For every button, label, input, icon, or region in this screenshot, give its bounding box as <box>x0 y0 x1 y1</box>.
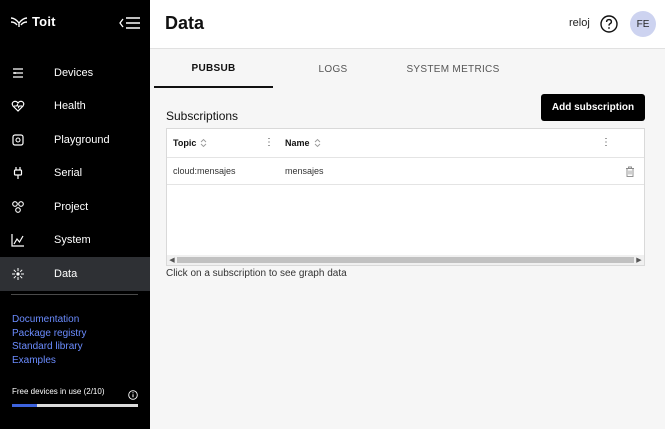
sidebar-item-devices[interactable]: Devices <box>0 56 150 90</box>
scroll-left-icon[interactable]: ◀ <box>167 255 177 265</box>
health-icon <box>11 99 25 113</box>
playground-icon <box>11 133 25 147</box>
sidebar-item-health[interactable]: Health <box>0 90 150 124</box>
page-title: Data <box>165 13 205 33</box>
column-header-name[interactable]: Name <box>285 138 321 148</box>
sort-icon <box>201 138 207 148</box>
subscriptions-table: Topic ⋮ Name ⋮ cloud:mensajes mensajes ◀… <box>166 128 645 266</box>
tab-bar: PUBSUB LOGS SYSTEM METRICS <box>154 50 664 88</box>
system-icon <box>11 233 25 247</box>
trash-icon[interactable] <box>625 166 635 177</box>
project-icon <box>11 200 25 214</box>
free-devices-label: Free devices in use (2/10) <box>12 387 105 396</box>
sidebar-item-project[interactable]: Project <box>0 190 150 224</box>
tab-system-metrics[interactable]: SYSTEM METRICS <box>393 50 513 88</box>
sidebar-item-label: Playground <box>54 133 110 146</box>
sidebar-item-label: System <box>54 234 91 247</box>
sidebar-item-system[interactable]: System <box>0 224 150 258</box>
sidebar-item-label: Serial <box>54 167 83 180</box>
collapse-menu-button[interactable] <box>118 14 142 32</box>
examples-link[interactable]: Examples <box>12 354 86 368</box>
free-devices-progress-fill <box>12 404 38 407</box>
sidebar-nav: Devices Health Playground Serial Project <box>0 56 150 291</box>
sidebar-divider <box>11 294 138 295</box>
device-name[interactable]: reloj <box>569 17 590 29</box>
column-menu-icon[interactable]: ⋮ <box>601 137 611 148</box>
column-label: Topic <box>173 138 197 148</box>
sidebar-item-label: Health <box>54 100 86 113</box>
sidebar-item-label: Devices <box>54 66 94 79</box>
sidebar-item-serial[interactable]: Serial <box>0 157 150 191</box>
serial-icon <box>11 166 25 180</box>
horizontal-scrollbar[interactable]: ◀ ▶ <box>167 255 644 265</box>
subscriptions-title: Subscriptions <box>166 109 239 123</box>
add-subscription-button[interactable]: Add subscription <box>541 94 645 121</box>
brand-name: Toit <box>32 14 56 29</box>
sort-icon <box>314 138 320 148</box>
column-label: Name <box>285 138 310 148</box>
column-header-topic[interactable]: Topic <box>173 138 207 148</box>
table-header: Topic ⋮ Name ⋮ <box>167 129 644 158</box>
sidebar-item-label: Project <box>54 200 89 213</box>
data-icon <box>11 267 25 281</box>
topic-cell: cloud:mensajes <box>173 166 236 176</box>
sidebar-links: Documentation Package registry Standard … <box>12 313 86 368</box>
table-row[interactable]: cloud:mensajes mensajes <box>167 158 644 185</box>
tab-logs[interactable]: LOGS <box>273 50 393 88</box>
help-icon[interactable] <box>600 15 618 33</box>
info-icon[interactable] <box>128 387 138 400</box>
free-devices-progress <box>12 404 138 407</box>
graph-hint: Click on a subscription to see graph dat… <box>166 268 347 279</box>
page-header: Data reloj FE <box>150 0 665 49</box>
documentation-link[interactable]: Documentation <box>12 313 86 327</box>
sidebar-item-playground[interactable]: Playground <box>0 123 150 157</box>
devices-icon <box>11 66 25 80</box>
package-registry-link[interactable]: Package registry <box>12 327 86 341</box>
tab-pubsub[interactable]: PUBSUB <box>154 50 273 88</box>
toit-logo-icon <box>10 16 28 27</box>
sidebar-item-label: Data <box>54 267 78 280</box>
standard-library-link[interactable]: Standard library <box>12 340 86 354</box>
avatar[interactable]: FE <box>630 11 656 37</box>
column-menu-icon[interactable]: ⋮ <box>264 137 274 148</box>
scrollbar-thumb[interactable] <box>177 257 634 263</box>
scroll-right-icon[interactable]: ▶ <box>634 255 644 265</box>
brand-logo[interactable]: Toit <box>10 14 56 29</box>
menu-collapse-icon <box>119 17 140 29</box>
sidebar-item-data[interactable]: Data <box>0 257 150 291</box>
sidebar: Toit Devices Health Playground Serial Pr… <box>0 0 150 429</box>
name-cell: mensajes <box>285 166 324 176</box>
